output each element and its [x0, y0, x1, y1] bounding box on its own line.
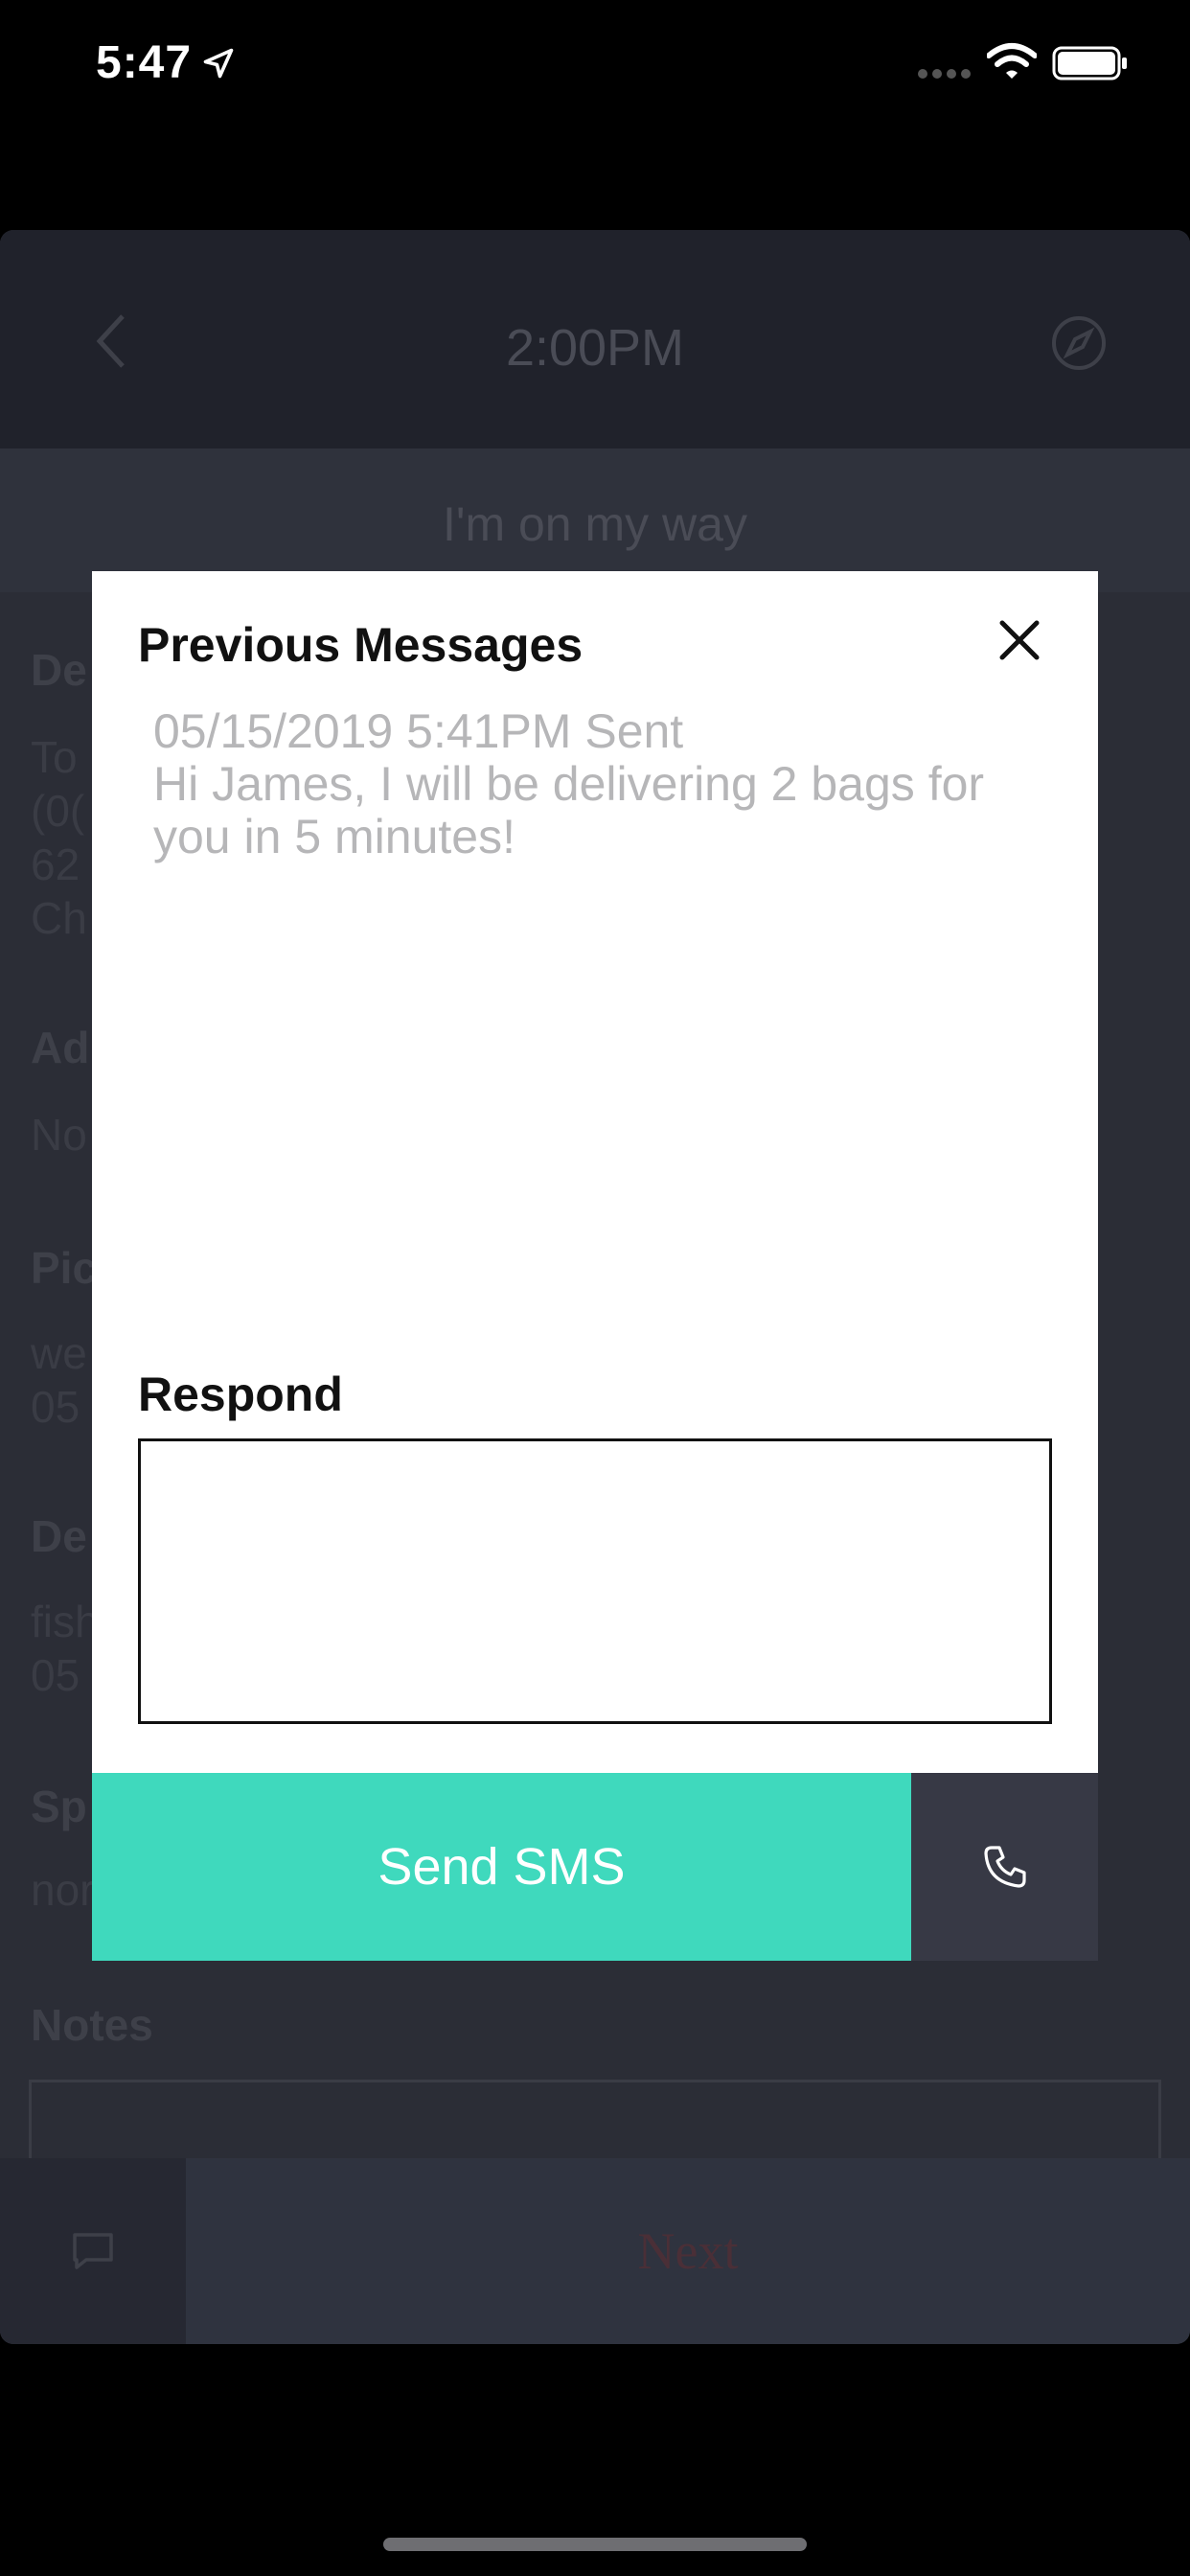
status-time: 5:47 [96, 37, 193, 88]
app-footer: Next [0, 2158, 1190, 2344]
status-bar: 5:47 [0, 0, 1190, 134]
section-label: Pic [31, 1243, 98, 1293]
section-label: De [31, 645, 87, 695]
home-indicator[interactable] [383, 2538, 807, 2551]
section-label: Ad [31, 1023, 90, 1072]
section-value: we 05 [31, 1328, 87, 1432]
navigation-compass-icon[interactable] [1050, 314, 1108, 372]
app-header: 2:00PM [0, 230, 1190, 448]
battery-icon [1052, 46, 1127, 80]
respond-label: Respond [138, 1368, 343, 1421]
wifi-icon [987, 43, 1037, 79]
chat-button[interactable] [0, 2158, 186, 2344]
phone-icon [984, 1846, 1026, 1888]
section-label: De [31, 1511, 87, 1561]
close-icon[interactable] [993, 613, 1046, 667]
respond-input[interactable] [138, 1438, 1052, 1724]
section-value: No [31, 1110, 87, 1160]
next-button[interactable]: Next [186, 2158, 1190, 2344]
message-item: 05/15/2019 5:41PM Sent Hi James, I will … [153, 705, 1064, 863]
cellular-signal-icon [918, 69, 971, 79]
previous-messages-modal: Previous Messages 05/15/2019 5:41PM Sent… [92, 571, 1098, 1961]
message-meta: 05/15/2019 5:41PM Sent [153, 704, 684, 758]
section-value: fish 05 [31, 1597, 100, 1700]
modal-title: Previous Messages [138, 618, 584, 672]
send-sms-button[interactable]: Send SMS [92, 1773, 911, 1961]
status-strip-text: I'm on my way [443, 497, 747, 551]
message-text: Hi James, I will be delivering 2 bags fo… [153, 757, 985, 863]
page-title: 2:00PM [505, 319, 685, 377]
chat-bubble-icon [73, 2233, 113, 2269]
call-button[interactable] [911, 1773, 1098, 1961]
location-arrow-icon [203, 48, 234, 79]
section-value: To (0( 62 Ch [31, 732, 87, 943]
section-value: nor [31, 1865, 95, 1915]
section-label: Sp [31, 1782, 87, 1831]
notes-label: Notes [31, 2000, 153, 2050]
